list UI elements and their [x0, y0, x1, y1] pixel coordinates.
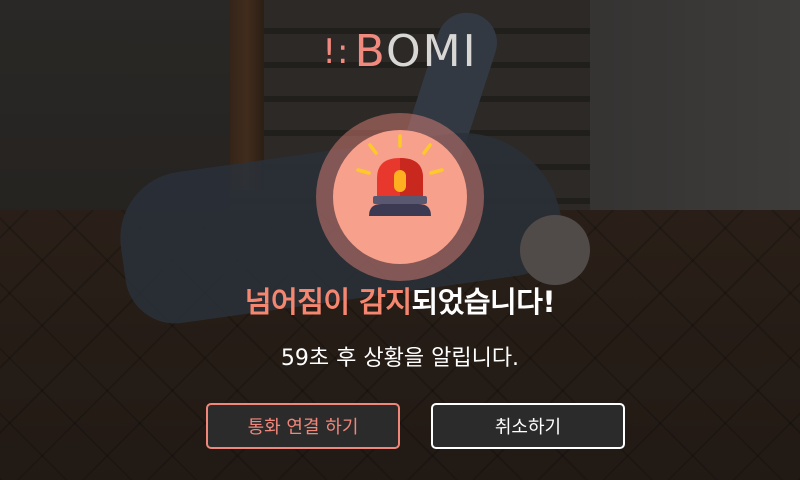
alert-headline-rest: 되었습니다! — [411, 285, 556, 319]
logo-letters-rest: OMI — [386, 26, 478, 77]
siren-icon — [356, 134, 444, 216]
countdown-message: 59초 후 상황을 알립니다. — [280, 346, 520, 371]
logo-letter-b: B — [354, 26, 387, 77]
logo-wordmark: BOMI — [355, 26, 478, 77]
alert-headline: 넘어짐이 감지되었습니다! — [0, 279, 800, 321]
cancel-button[interactable]: 취소하기 — [431, 403, 625, 449]
logo-mark: !: — [322, 31, 350, 72]
call-connect-button[interactable]: 통화 연결 하기 — [206, 403, 400, 449]
fall-alert-screen: !: BOMI 넘어짐이 감지되었습니다! 59초 후 상황을 알립니다. 통화… — [0, 0, 800, 480]
app-logo: !: BOMI — [0, 26, 800, 77]
alert-headline-accent: 넘어짐이 감지 — [244, 285, 412, 319]
